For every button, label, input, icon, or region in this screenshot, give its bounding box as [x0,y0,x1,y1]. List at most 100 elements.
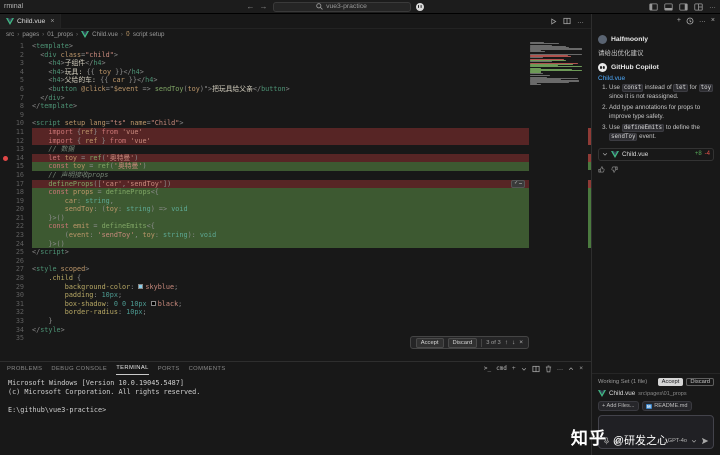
code-line[interactable]: 7 </div> [0,94,591,103]
code-text: import { ref } from 'vue' [32,136,529,146]
code-line[interactable]: 31 box-shadow: 0 0 10px black; [0,300,591,309]
code-line[interactable]: 32 border-radius: 10px; [0,308,591,317]
code-line[interactable]: 29 background-color: skyblue; [0,283,591,292]
previous-change-icon[interactable]: ↑ [505,339,508,346]
panel-tab-ports[interactable]: PORTS [158,363,180,375]
line-number: 11 [15,127,24,136]
ellipsis-icon[interactable]: … [519,180,522,187]
close-icon[interactable]: × [519,339,523,346]
code-line[interactable]: 18 const props = defineProps<{ [0,188,591,197]
working-set-file[interactable]: Child.vue src\pages\01_props [598,390,714,397]
kill-terminal-icon[interactable] [545,365,552,373]
code-line[interactable]: 6 <button @click="$event => sendToy(toy)… [0,85,591,94]
code-line[interactable]: 30 padding: 10px; [0,291,591,300]
referenced-file-link[interactable]: Child.vue [598,75,714,82]
changed-file-row[interactable]: Child.vue +8 -4 [598,147,714,161]
tab-child-vue[interactable]: Child.vue × [0,14,62,28]
code-line[interactable]: 25 </script> [0,248,591,257]
chevron-up-icon[interactable] [568,366,574,372]
tab-close-icon[interactable]: × [50,18,54,25]
panel-more-icon[interactable]: … [557,364,564,374]
code-text: defineProps(['car','sendToy']) [32,179,529,189]
split-editor-icon[interactable] [563,17,571,25]
thumbs-down-icon[interactable] [611,166,618,173]
code-line[interactable]: 13 // 数据 [0,145,591,154]
discard-all-button[interactable]: Discard [686,378,714,386]
send-icon[interactable] [701,437,709,445]
inline-diff-widget[interactable]: ✓… [511,179,525,188]
split-terminal-icon[interactable] [532,365,540,373]
code-line[interactable]: 19 car: string, [0,196,591,206]
breakpoint-dot[interactable] [0,154,10,163]
command-center-search[interactable]: vue3-practice [272,1,411,12]
code-line[interactable]: 11 import {ref} from 'vue' [0,127,591,137]
panel-tab-debug-console[interactable]: DEBUG CONSOLE [51,363,107,375]
customize-layout-icon[interactable] [694,2,703,11]
code-editor[interactable]: 1 <template> 2 <div class="child"> 3 <h4>子组… [0,39,591,361]
run-icon[interactable] [550,17,557,25]
code-line[interactable]: 21 }>() [0,213,591,223]
code-line[interactable]: 1 <template> [0,42,591,51]
chevron-down-icon[interactable] [521,366,527,372]
new-chat-icon[interactable]: + [677,16,681,26]
back-icon[interactable]: ← [247,2,255,12]
breadcrumb-item[interactable]: pages [22,31,39,38]
code-line[interactable]: 5 <h4>父给的车: {{ car }}</h4> [0,76,591,85]
gutter-space [0,68,10,77]
breadcrumb-item[interactable]: Child.vue [92,31,118,38]
code-line[interactable]: 16 // 声明接收props [0,171,591,180]
model-picker[interactable]: GPT-4o [668,438,687,444]
breadcrumb-item[interactable]: src [6,31,14,38]
gutter-space [0,317,10,326]
line-number: 16 [15,170,24,179]
forward-icon[interactable]: → [260,2,268,12]
minimap[interactable] [530,42,585,87]
context-chip[interactable]: + Add Files... [598,401,639,411]
check-icon[interactable]: ✓ [514,180,517,187]
code-line[interactable]: 9 [0,111,591,120]
thumbs-up-icon[interactable] [598,165,605,173]
editor-more-actions-icon[interactable]: … [577,18,584,25]
code-line[interactable]: 26 [0,257,591,266]
chevron-down-icon[interactable] [691,438,697,444]
panel-tab-comments[interactable]: COMMENTS [189,363,226,375]
toggle-panel-icon[interactable] [664,2,673,11]
toggle-sidebar-icon[interactable] [649,2,658,11]
history-icon[interactable] [686,17,694,25]
new-terminal-icon[interactable]: + [512,364,516,374]
code-line[interactable]: 17 defineProps(['car','sendToy']) ✓… [0,179,591,189]
close-chat-icon[interactable]: × [711,16,715,26]
chat-more-icon[interactable]: … [699,16,706,26]
copilot-icon[interactable] [415,2,424,11]
more-actions-icon[interactable]: … [709,2,716,12]
next-change-icon[interactable]: ↓ [512,339,515,346]
discard-change-button[interactable]: Discard [447,337,478,348]
code-line[interactable]: 23 (event: 'sendToy', toy: string): void [0,231,591,240]
code-line[interactable]: 22 const emit = defineEmits<{ [0,222,591,232]
code-line[interactable]: 2 <div class="child"> [0,51,591,60]
breadcrumb-item[interactable]: 01_props [47,31,73,38]
code-line[interactable]: 8 </template> [0,102,591,111]
terminal-content[interactable]: Microsoft Windows [Version 10.0.19045.54… [0,375,591,415]
code-line[interactable]: 12 import { ref } from 'vue' [0,136,591,146]
panel-tab-problems[interactable]: PROBLEMS [7,363,42,375]
context-chips: + Add Files... M README.md [598,401,714,411]
code-line[interactable]: 10 <script setup lang="ts" name="Child"> [0,119,591,128]
close-panel-icon[interactable]: × [579,364,583,374]
code-line[interactable]: 3 <h4>子组件</h4> [0,59,591,68]
code-line[interactable]: 33 } [0,317,591,326]
panel-tab-terminal[interactable]: TERMINAL [116,362,149,375]
menu-bar-partial[interactable]: rminal [4,3,64,10]
accept-change-button[interactable]: Accept [415,337,444,348]
breadcrumb-item[interactable]: script setup [133,31,165,38]
code-line[interactable]: 28 .child { [0,274,591,283]
accept-all-button[interactable]: Accept [657,378,684,386]
code-line[interactable]: 24 }>() [0,239,591,249]
code-line[interactable]: 34 </style> [0,326,591,335]
code-line[interactable]: 20 sendToy: (toy: string) => void [0,205,591,214]
code-line[interactable]: 27 <style scoped> [0,265,591,274]
toggle-secondary-sidebar-icon[interactable] [679,2,688,11]
context-chip[interactable]: M README.md [641,401,692,411]
shell-label[interactable]: cmd [496,365,507,372]
code-line[interactable]: 15 const toy = ref('奥特曼') [0,162,591,171]
